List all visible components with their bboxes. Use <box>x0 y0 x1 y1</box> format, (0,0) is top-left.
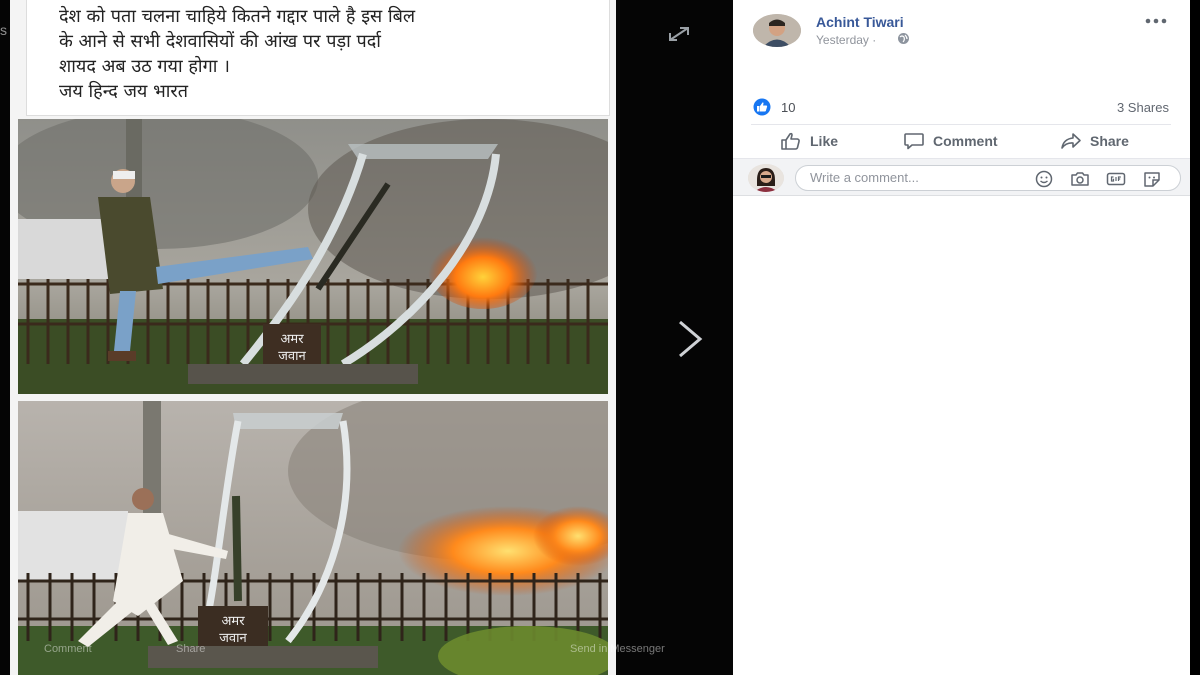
faded-comment-label: Comment <box>44 643 92 655</box>
caption-line-2: के आने से सभी देशवासियों की आंख पर पड़ा … <box>59 31 381 52</box>
post-details-panel: Achint Tiwari Yesterday · 10 3 Shares Li… <box>733 0 1190 675</box>
sticker-icon[interactable] <box>1142 170 1162 188</box>
comment-button[interactable]: Comment <box>903 130 998 152</box>
faded-messenger-label: Send in Messenger <box>570 643 665 655</box>
amar-jawan-sign-1a: अमर <box>280 332 304 347</box>
author-avatar[interactable] <box>753 14 801 47</box>
post-actions: Like Comment Share <box>751 124 1171 158</box>
caption-line-1: देश को पता चलना चाहिये कितने गद्दार पाले… <box>59 6 416 27</box>
photo-viewer: s from देश को पता चलना चाहिये कितने गद्द… <box>0 0 733 675</box>
viewer-avatar[interactable] <box>748 164 784 192</box>
like-label: Like <box>810 133 839 149</box>
next-arrow-icon[interactable] <box>672 318 706 360</box>
photo-bottom: अमर जवान <box>18 401 608 675</box>
like-icon <box>781 132 800 150</box>
share-icon <box>1061 133 1081 149</box>
caption-line-3: शायद अब उठ गया होगा । <box>59 56 230 77</box>
more-icon[interactable] <box>1143 14 1169 28</box>
author-name[interactable]: Achint Tiwari <box>816 14 904 30</box>
image-caption: देश को पता चलना चाहिये कितने गद्दार पाले… <box>26 0 610 116</box>
amar-jawan-sign-1b: जवान <box>278 349 306 364</box>
comment-icon <box>904 133 924 150</box>
gif-icon[interactable] <box>1106 170 1126 188</box>
reaction-count[interactable]: 10 <box>781 100 795 115</box>
emoji-icon[interactable] <box>1034 170 1054 188</box>
comment-label: Comment <box>933 133 998 149</box>
post-timestamp[interactable]: Yesterday · <box>816 33 876 47</box>
like-reaction-icon[interactable] <box>752 98 774 116</box>
globe-icon <box>898 33 909 44</box>
like-button[interactable]: Like <box>780 130 838 152</box>
right-edge <box>1190 0 1200 675</box>
camera-icon[interactable] <box>1070 170 1090 188</box>
expand-icon[interactable] <box>666 24 692 44</box>
share-button[interactable]: Share <box>1060 130 1129 152</box>
photo-top: अमर जवान <box>18 119 608 394</box>
faded-share-label: Share <box>176 643 206 655</box>
amar-jawan-sign-2a: अमर <box>221 614 245 629</box>
caption-line-4: जय हिन्द जय भारत <box>59 81 189 102</box>
shares-count[interactable]: 3 Shares <box>1117 100 1169 115</box>
comment-input[interactable] <box>810 170 1020 185</box>
comment-composer <box>733 158 1190 196</box>
comment-box <box>795 165 1181 191</box>
share-label: Share <box>1090 133 1129 149</box>
faded-action-bar: Comment Share Send in Messenger <box>30 640 720 660</box>
